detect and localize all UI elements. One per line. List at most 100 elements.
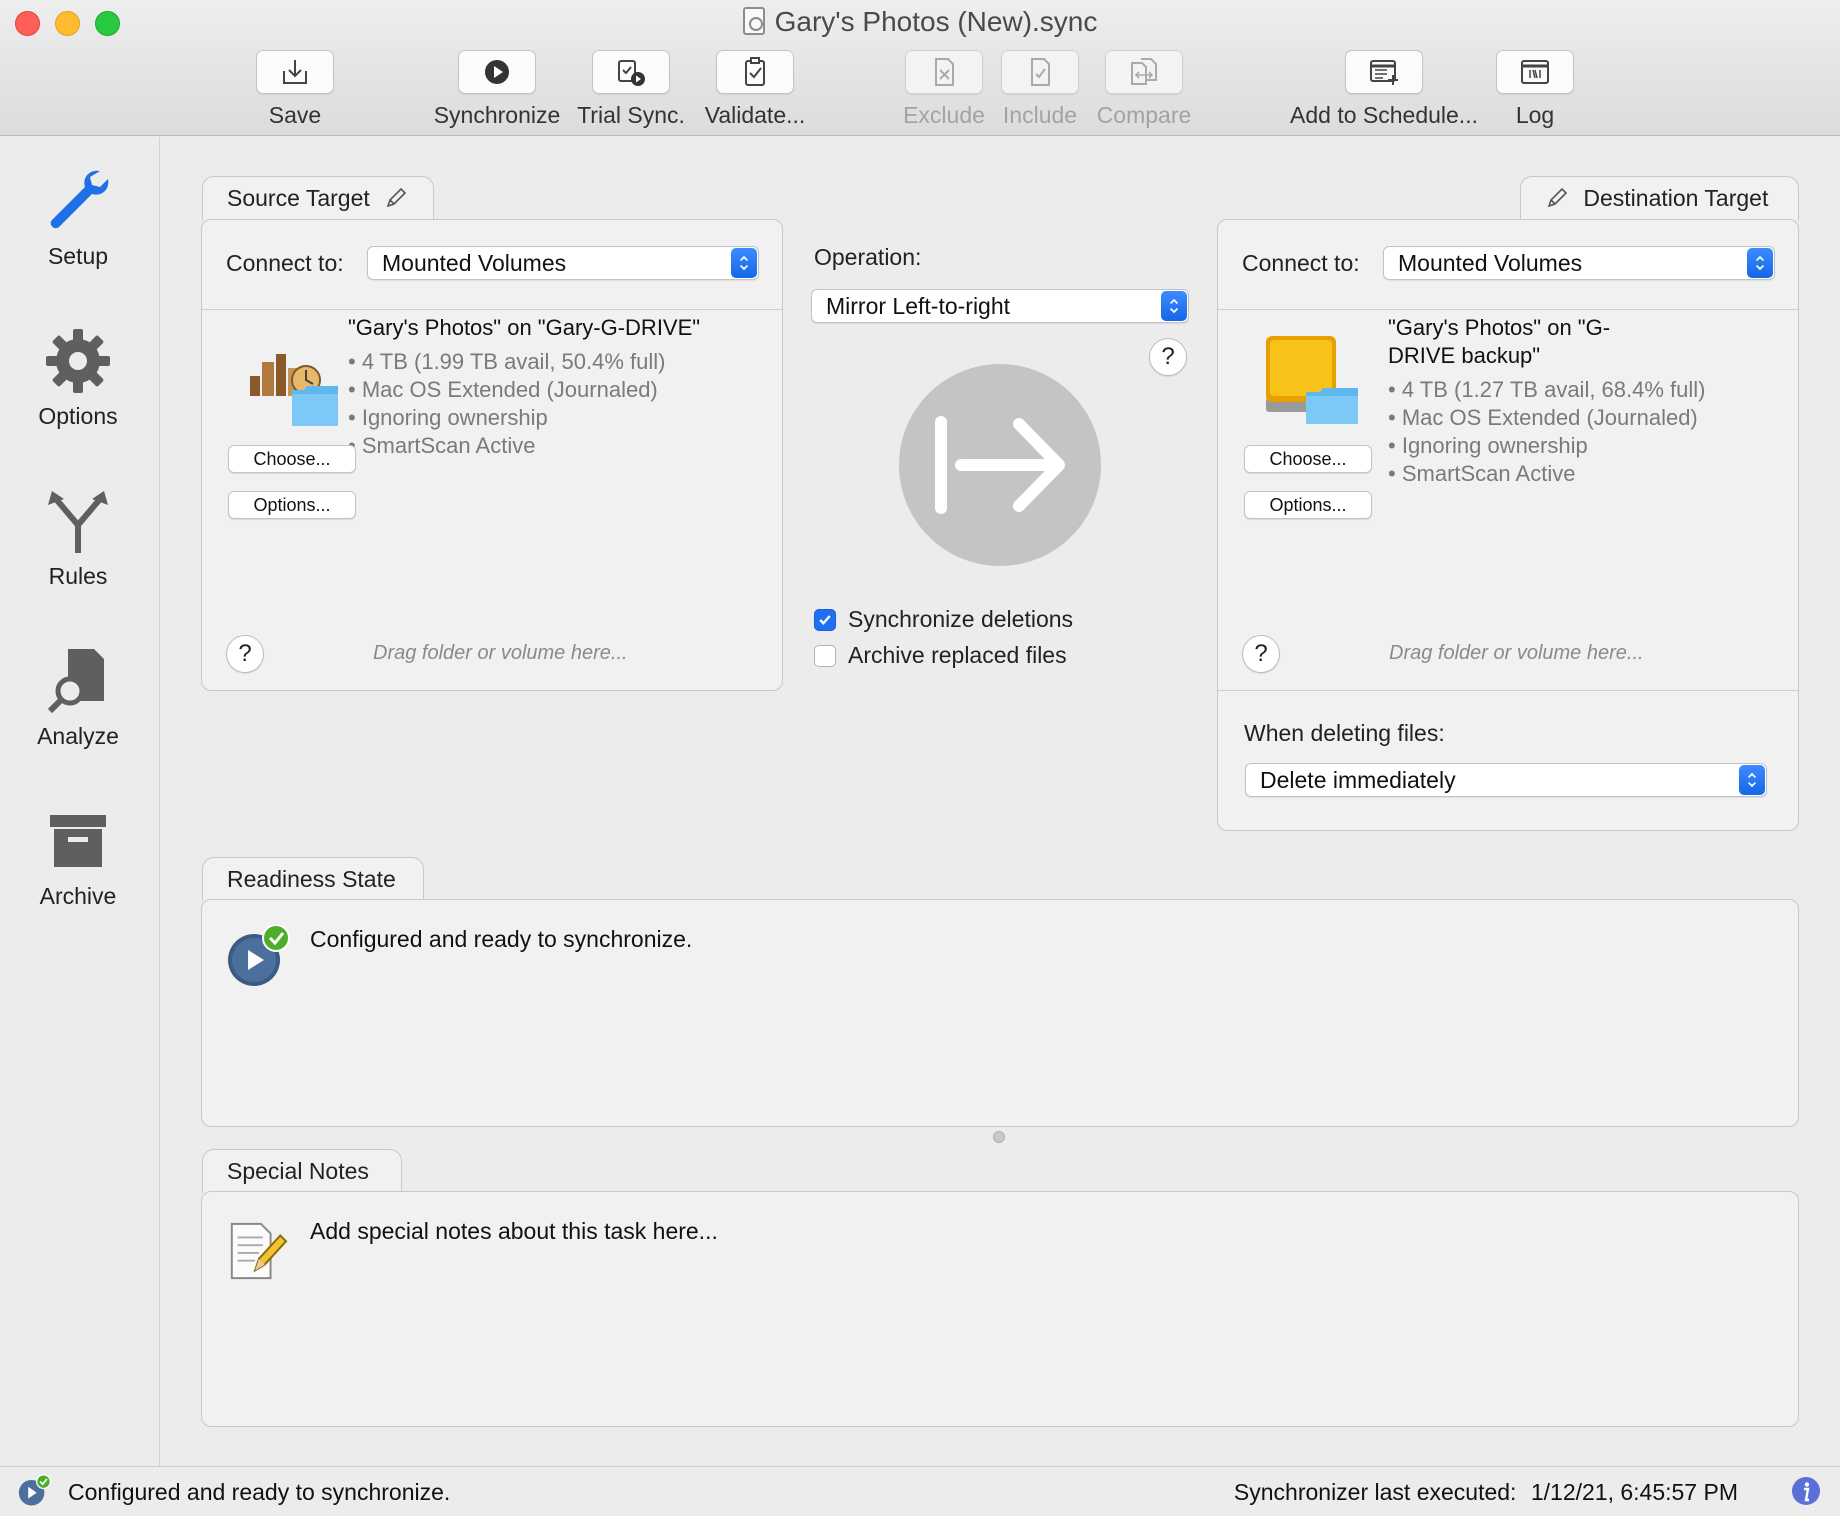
sync-deletions-label: Synchronize deletions: [848, 606, 1074, 632]
photos-folder-icon: [250, 354, 338, 426]
mirror-left-to-right-icon: [899, 364, 1101, 566]
save-button[interactable]: Save: [256, 50, 334, 129]
destination-target-tab: Destination Target: [1520, 176, 1799, 220]
window-title-text: Gary's Photos (New).sync: [774, 6, 1098, 37]
clipboard-check-icon: [745, 57, 765, 86]
include-button-face[interactable]: [1001, 50, 1079, 94]
divider: [1218, 309, 1798, 310]
add-to-schedule-button[interactable]: Add to Schedule...: [1284, 50, 1484, 129]
destination-detail-format: Mac OS Extended (Journaled): [1388, 404, 1706, 432]
add-to-schedule-label: Add to Schedule...: [1290, 102, 1478, 128]
log-label: Log: [1515, 102, 1555, 128]
operation-label: Operation:: [814, 244, 922, 270]
sync-document-icon: [742, 7, 765, 35]
source-choose-button[interactable]: Choose...: [228, 445, 356, 473]
archive-replaced-checkbox[interactable]: Archive replaced files: [814, 642, 1067, 669]
compare-button-face[interactable]: [1105, 50, 1183, 94]
destination-connect-label: Connect to:: [1242, 250, 1360, 276]
destination-help-button[interactable]: ?: [1242, 635, 1280, 673]
synchronize-label: Synchronize: [433, 102, 561, 128]
save-label: Save: [268, 102, 322, 128]
sidebar-item-rules[interactable]: Rules: [0, 485, 156, 590]
destination-detail-ownership: Ignoring ownership: [1388, 432, 1706, 460]
compare-files-icon: [1131, 58, 1157, 85]
source-help-button[interactable]: ?: [226, 635, 264, 673]
source-options-button[interactable]: Options...: [228, 491, 356, 519]
chevron-updown-icon: [1739, 765, 1765, 795]
sidebar-item-options[interactable]: Options: [0, 325, 156, 430]
play-icon: [485, 60, 509, 84]
validate-button[interactable]: Validate...: [700, 50, 810, 129]
archive-replaced-label: Archive replaced files: [848, 642, 1067, 668]
checkbox-checked-icon[interactable]: [814, 608, 836, 631]
info-icon[interactable]: [1791, 1476, 1821, 1506]
source-drop-zone[interactable]: Drag folder or volume here...: [373, 642, 628, 665]
fork-icon: [48, 491, 108, 553]
source-volume-details: 4 TB (1.99 TB avail, 50.4% full) Mac OS …: [348, 348, 666, 460]
sidebar-item-label: Rules: [48, 563, 108, 589]
special-notes-tab: Special Notes: [202, 1149, 402, 1193]
validate-label: Validate...: [704, 102, 806, 128]
exclude-label: Exclude: [903, 102, 985, 128]
source-detail-smartscan: SmartScan Active: [348, 432, 666, 460]
include-button[interactable]: Include: [994, 50, 1086, 129]
when-deleting-label: When deleting files:: [1244, 720, 1445, 746]
destination-volume-name-line1: "Gary's Photos" on "G-: [1388, 315, 1611, 340]
destination-target-title: Destination Target: [1583, 185, 1769, 211]
sidebar-item-archive[interactable]: Archive: [0, 805, 156, 910]
operation-help-button[interactable]: ?: [1149, 338, 1187, 376]
exclude-file-icon: [935, 58, 954, 86]
exclude-button[interactable]: Exclude: [898, 50, 990, 129]
pencil-icon[interactable]: [384, 186, 408, 210]
log-button[interactable]: Log: [1496, 50, 1574, 129]
chevron-updown-icon: [1161, 291, 1187, 321]
toolbar: Gary's Photos (New).sync Save Synchroniz…: [0, 0, 1840, 136]
readiness-state-panel: Configured and ready to synchronize.: [201, 899, 1799, 1127]
destination-choose-button[interactable]: Choose...: [1244, 445, 1372, 473]
synchronize-button[interactable]: Synchronize: [418, 50, 576, 129]
source-volume-name: "Gary's Photos" on "Gary-G-DRIVE": [348, 315, 701, 340]
when-deleting-popup[interactable]: Delete immediately: [1245, 763, 1767, 797]
magnifier-document-icon: [47, 649, 104, 714]
validate-button-face[interactable]: [716, 50, 794, 94]
operation-popup[interactable]: Mirror Left-to-right: [811, 289, 1189, 323]
when-deleting-value: Delete immediately: [1260, 767, 1456, 793]
compare-label: Compare: [1096, 102, 1192, 128]
window-title: Gary's Photos (New).sync: [0, 6, 1840, 38]
status-message: Configured and ready to synchronize.: [68, 1479, 451, 1505]
splitter-handle[interactable]: [993, 1131, 1005, 1143]
destination-volume-name: "Gary's Photos" on "G- DRIVE backup": [1388, 314, 1610, 370]
destination-drop-zone[interactable]: Drag folder or volume here...: [1389, 642, 1644, 665]
destination-detail-capacity: 4 TB (1.27 TB avail, 68.4% full): [1388, 376, 1706, 404]
exclude-button-face[interactable]: [905, 50, 983, 94]
destination-connect-value: Mounted Volumes: [1398, 250, 1583, 276]
trial-sync-button-face[interactable]: [592, 50, 670, 94]
sidebar-item-label: Archive: [39, 883, 117, 909]
save-button-face[interactable]: [256, 50, 334, 94]
sidebar-item-analyze[interactable]: Analyze: [0, 645, 156, 750]
log-button-face[interactable]: [1496, 50, 1574, 94]
divider: [202, 309, 782, 310]
ready-status-icon: [18, 1474, 51, 1506]
wrench-icon: [50, 170, 109, 229]
sync-deletions-checkbox[interactable]: Synchronize deletions: [814, 606, 1073, 633]
checkbox-unchecked-icon[interactable]: [814, 644, 836, 667]
operation-value: Mirror Left-to-right: [826, 293, 1011, 319]
destination-options-button[interactable]: Options...: [1244, 491, 1372, 519]
add-to-schedule-button-face[interactable]: [1345, 50, 1423, 94]
trial-sync-button[interactable]: Trial Sync.: [576, 50, 686, 129]
destination-volume-details: 4 TB (1.27 TB avail, 68.4% full) Mac OS …: [1388, 376, 1706, 488]
pencil-icon[interactable]: [1545, 186, 1569, 210]
synchronize-button-face[interactable]: [458, 50, 536, 94]
destination-connect-popup[interactable]: Mounted Volumes: [1383, 246, 1775, 280]
source-detail-ownership: Ignoring ownership: [348, 404, 666, 432]
readiness-state-tab: Readiness State: [202, 857, 424, 901]
destination-volume-name-line2: DRIVE backup": [1388, 343, 1541, 368]
sidebar-item-label: Setup: [47, 243, 109, 269]
include-label: Include: [1002, 102, 1078, 128]
sidebar-item-setup[interactable]: Setup: [0, 165, 156, 270]
compare-button[interactable]: Compare: [1094, 50, 1194, 129]
source-connect-popup[interactable]: Mounted Volumes: [367, 246, 759, 280]
special-notes-field[interactable]: Add special notes about this task here..…: [310, 1218, 718, 1245]
source-target-panel: Connect to: Mounted Volumes "Gary's Phot…: [201, 219, 783, 691]
